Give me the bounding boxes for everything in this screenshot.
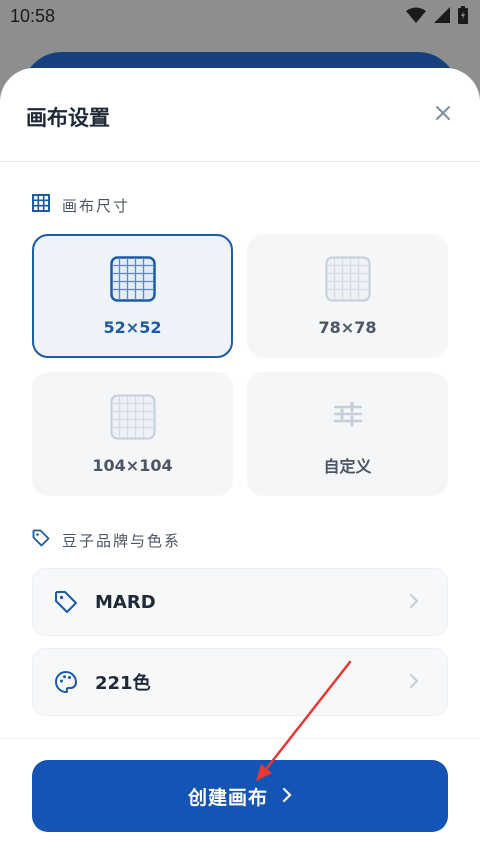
size-option-104[interactable]: 104×104 <box>32 372 233 496</box>
canvas-size-label: 画布尺寸 <box>62 196 131 215</box>
grid-preview-icon <box>109 255 156 306</box>
size-option-label: 78×78 <box>318 317 377 337</box>
wifi-icon <box>406 7 426 27</box>
palette-select-row[interactable]: 221色 <box>32 648 448 716</box>
create-canvas-button[interactable]: 创建画布 <box>32 760 448 832</box>
size-option-label: 自定义 <box>323 457 372 476</box>
brand-section-text: 豆子品牌与色系 <box>62 531 182 550</box>
brand-value: MARD <box>95 591 156 613</box>
canvas-settings-sheet: 画布设置 画布尺寸 52×52 78×78 104×104 自定义 豆子品牌与色… <box>0 68 480 853</box>
palette-icon <box>53 669 79 695</box>
size-option-label: 104×104 <box>92 455 173 475</box>
grid-preview-icon <box>110 394 156 444</box>
status-time: 10:58 <box>10 6 56 26</box>
status-icons <box>406 6 468 28</box>
grid-preview-icon <box>325 256 371 306</box>
tag-icon <box>32 529 50 551</box>
brand-select-row[interactable]: MARD <box>32 568 448 636</box>
size-option-custom[interactable]: 自定义 <box>247 372 448 496</box>
create-canvas-label: 创建画布 <box>187 786 268 809</box>
size-option-52[interactable]: 52×52 <box>32 234 233 358</box>
size-option-label: 52×52 <box>103 317 162 337</box>
canvas-size-section-label: 画布尺寸 <box>32 194 130 216</box>
sliders-icon <box>325 391 371 441</box>
size-option-78[interactable]: 78×78 <box>247 234 448 358</box>
status-bar: 10:58 <box>0 0 480 34</box>
chevron-right-icon <box>282 787 292 806</box>
close-button[interactable] <box>432 104 454 126</box>
chevron-right-icon <box>409 593 419 612</box>
grid-icon <box>32 194 50 216</box>
close-icon <box>435 105 451 125</box>
brand-section-label: 豆子品牌与色系 <box>32 529 181 551</box>
palette-value: 221色 <box>95 673 151 694</box>
footer-divider <box>0 738 480 739</box>
battery-icon <box>458 6 468 28</box>
chevron-right-icon <box>409 673 419 692</box>
sheet-title: 画布设置 <box>26 106 110 130</box>
signal-icon <box>434 7 450 27</box>
tag-icon <box>53 589 79 615</box>
sheet-header: 画布设置 <box>0 68 480 162</box>
